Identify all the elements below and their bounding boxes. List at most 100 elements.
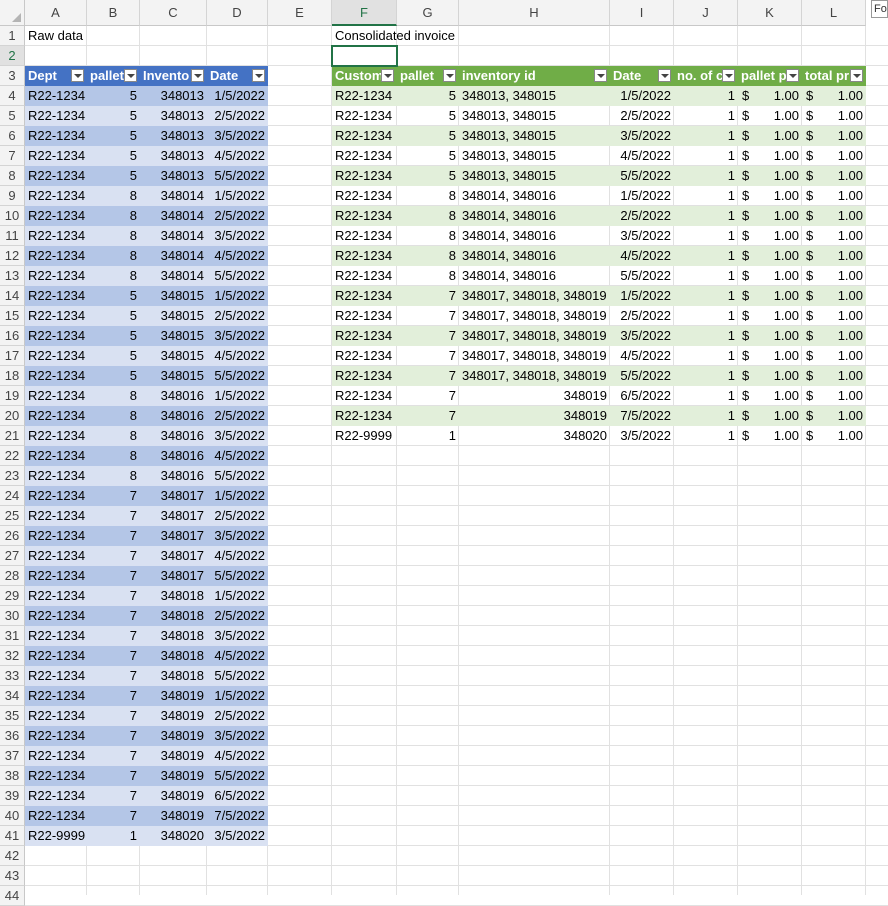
invoice-cell-pallet[interactable]: 7 bbox=[397, 386, 459, 406]
filter-dropdown-icon[interactable] bbox=[658, 69, 671, 82]
raw-cell[interactable]: R22-1234 bbox=[25, 546, 87, 566]
invoice-cell-date[interactable]: 4/5/2022 bbox=[610, 146, 674, 166]
raw-cell[interactable]: 348013 bbox=[140, 146, 207, 166]
raw-cell[interactable]: 3/5/2022 bbox=[207, 826, 268, 846]
invoice-cell-total-price[interactable]: 1.00 $ bbox=[802, 366, 866, 386]
invoice-cell-inventory[interactable]: 348013, 348015 bbox=[459, 126, 610, 146]
invoice-cell-date[interactable]: 1/5/2022 bbox=[610, 86, 674, 106]
raw-header-2[interactable]: Invento bbox=[140, 66, 207, 86]
invoice-cell-pallet[interactable]: 5 bbox=[397, 126, 459, 146]
invoice-cell-date[interactable]: 4/5/2022 bbox=[610, 346, 674, 366]
raw-header-0[interactable]: Dept bbox=[25, 66, 87, 86]
invoice-cell-pallet-price[interactable]: 1.00 $ bbox=[738, 86, 802, 106]
invoice-cell-customer[interactable]: R22-1234 bbox=[332, 246, 397, 266]
invoice-cell-inventory[interactable]: 348020 bbox=[459, 426, 610, 446]
raw-cell[interactable]: 348017 bbox=[140, 506, 207, 526]
row-header-28[interactable]: 28 bbox=[0, 566, 25, 586]
row-header-27[interactable]: 27 bbox=[0, 546, 25, 566]
invoice-cell-customer[interactable]: R22-1234 bbox=[332, 306, 397, 326]
invoice-cell-pallet[interactable]: 7 bbox=[397, 406, 459, 426]
row-header-22[interactable]: 22 bbox=[0, 446, 25, 466]
invoice-cell-customer[interactable]: R22-1234 bbox=[332, 386, 397, 406]
invoice-cell-inventory[interactable]: 348014, 348016 bbox=[459, 206, 610, 226]
invoice-cell-total-price[interactable]: 1.00 $ bbox=[802, 166, 866, 186]
invoice-cell-date[interactable]: 5/5/2022 bbox=[610, 266, 674, 286]
raw-cell[interactable]: 7 bbox=[87, 646, 140, 666]
raw-cell[interactable]: 7 bbox=[87, 606, 140, 626]
raw-cell[interactable]: 7 bbox=[87, 726, 140, 746]
invoice-header-1[interactable]: pallet bbox=[397, 66, 459, 86]
raw-cell[interactable]: 2/5/2022 bbox=[207, 206, 268, 226]
row-header-44[interactable]: 44 bbox=[0, 886, 25, 906]
row-header-36[interactable]: 36 bbox=[0, 726, 25, 746]
invoice-cell-pallet[interactable]: 8 bbox=[397, 186, 459, 206]
row-header-11[interactable]: 11 bbox=[0, 226, 25, 246]
raw-cell[interactable]: 348015 bbox=[140, 306, 207, 326]
raw-cell[interactable]: R22-1234 bbox=[25, 386, 87, 406]
raw-cell[interactable]: R22-1234 bbox=[25, 346, 87, 366]
row-header-37[interactable]: 37 bbox=[0, 746, 25, 766]
active-cell-selection[interactable] bbox=[331, 45, 398, 67]
row-header-33[interactable]: 33 bbox=[0, 666, 25, 686]
raw-cell[interactable]: 7 bbox=[87, 526, 140, 546]
raw-cell[interactable]: 4/5/2022 bbox=[207, 646, 268, 666]
filter-dropdown-icon[interactable] bbox=[443, 69, 456, 82]
invoice-cell-pallet-price[interactable]: 1.00 $ bbox=[738, 306, 802, 326]
raw-cell[interactable]: 348018 bbox=[140, 606, 207, 626]
raw-data-title[interactable]: Raw data bbox=[25, 26, 135, 46]
raw-cell[interactable]: 1/5/2022 bbox=[207, 486, 268, 506]
raw-cell[interactable]: 5 bbox=[87, 306, 140, 326]
invoice-cell-pallet[interactable]: 8 bbox=[397, 266, 459, 286]
filter-dropdown-icon[interactable] bbox=[71, 69, 84, 82]
raw-cell[interactable]: 3/5/2022 bbox=[207, 226, 268, 246]
raw-cell[interactable]: 1/5/2022 bbox=[207, 586, 268, 606]
raw-cell[interactable]: 3/5/2022 bbox=[207, 326, 268, 346]
raw-cell[interactable]: 348015 bbox=[140, 326, 207, 346]
raw-cell[interactable]: 1/5/2022 bbox=[207, 386, 268, 406]
raw-cell[interactable]: 7 bbox=[87, 766, 140, 786]
invoice-cell-inventory[interactable]: 348013, 348015 bbox=[459, 106, 610, 126]
invoice-cell-count[interactable]: 1 bbox=[674, 426, 738, 446]
row-header-31[interactable]: 31 bbox=[0, 626, 25, 646]
invoice-cell-date[interactable]: 2/5/2022 bbox=[610, 306, 674, 326]
column-header-c[interactable]: C bbox=[140, 0, 207, 26]
invoice-cell-date[interactable]: 6/5/2022 bbox=[610, 386, 674, 406]
row-header-3[interactable]: 3 bbox=[0, 66, 25, 86]
raw-cell[interactable]: 2/5/2022 bbox=[207, 406, 268, 426]
invoice-cell-pallet-price[interactable]: 1.00 $ bbox=[738, 346, 802, 366]
raw-cell[interactable]: R22-1234 bbox=[25, 506, 87, 526]
raw-cell[interactable]: 5/5/2022 bbox=[207, 666, 268, 686]
raw-cell[interactable]: 348019 bbox=[140, 686, 207, 706]
raw-cell[interactable]: 5 bbox=[87, 286, 140, 306]
invoice-cell-pallet-price[interactable]: 1.00 $ bbox=[738, 126, 802, 146]
raw-cell[interactable]: R22-1234 bbox=[25, 806, 87, 826]
raw-cell[interactable]: 4/5/2022 bbox=[207, 746, 268, 766]
invoice-cell-customer[interactable]: R22-1234 bbox=[332, 366, 397, 386]
row-header-24[interactable]: 24 bbox=[0, 486, 25, 506]
invoice-cell-pallet[interactable]: 7 bbox=[397, 366, 459, 386]
raw-cell[interactable]: 4/5/2022 bbox=[207, 546, 268, 566]
invoice-header-0[interactable]: Custom bbox=[332, 66, 397, 86]
raw-cell[interactable]: 348015 bbox=[140, 366, 207, 386]
invoice-header-6[interactable]: total pr bbox=[802, 66, 866, 86]
column-header-f[interactable]: F bbox=[332, 0, 397, 26]
raw-cell[interactable]: 348019 bbox=[140, 806, 207, 826]
raw-cell[interactable]: R22-1234 bbox=[25, 306, 87, 326]
raw-cell[interactable]: 348014 bbox=[140, 226, 207, 246]
invoice-cell-count[interactable]: 1 bbox=[674, 166, 738, 186]
invoice-cell-total-price[interactable]: 1.00 $ bbox=[802, 326, 866, 346]
invoice-cell-total-price[interactable]: 1.00 $ bbox=[802, 146, 866, 166]
filter-dropdown-icon[interactable] bbox=[381, 69, 394, 82]
raw-cell[interactable]: 348013 bbox=[140, 166, 207, 186]
invoice-cell-total-price[interactable]: 1.00 $ bbox=[802, 226, 866, 246]
invoice-cell-count[interactable]: 1 bbox=[674, 346, 738, 366]
raw-cell[interactable]: 5 bbox=[87, 146, 140, 166]
invoice-cell-customer[interactable]: R22-1234 bbox=[332, 286, 397, 306]
invoice-cell-customer[interactable]: R22-1234 bbox=[332, 86, 397, 106]
raw-cell[interactable]: 7 bbox=[87, 506, 140, 526]
raw-cell[interactable]: 1/5/2022 bbox=[207, 86, 268, 106]
invoice-cell-total-price[interactable]: 1.00 $ bbox=[802, 86, 866, 106]
row-header-42[interactable]: 42 bbox=[0, 846, 25, 866]
raw-cell[interactable]: 5 bbox=[87, 126, 140, 146]
raw-cell[interactable]: 348018 bbox=[140, 586, 207, 606]
